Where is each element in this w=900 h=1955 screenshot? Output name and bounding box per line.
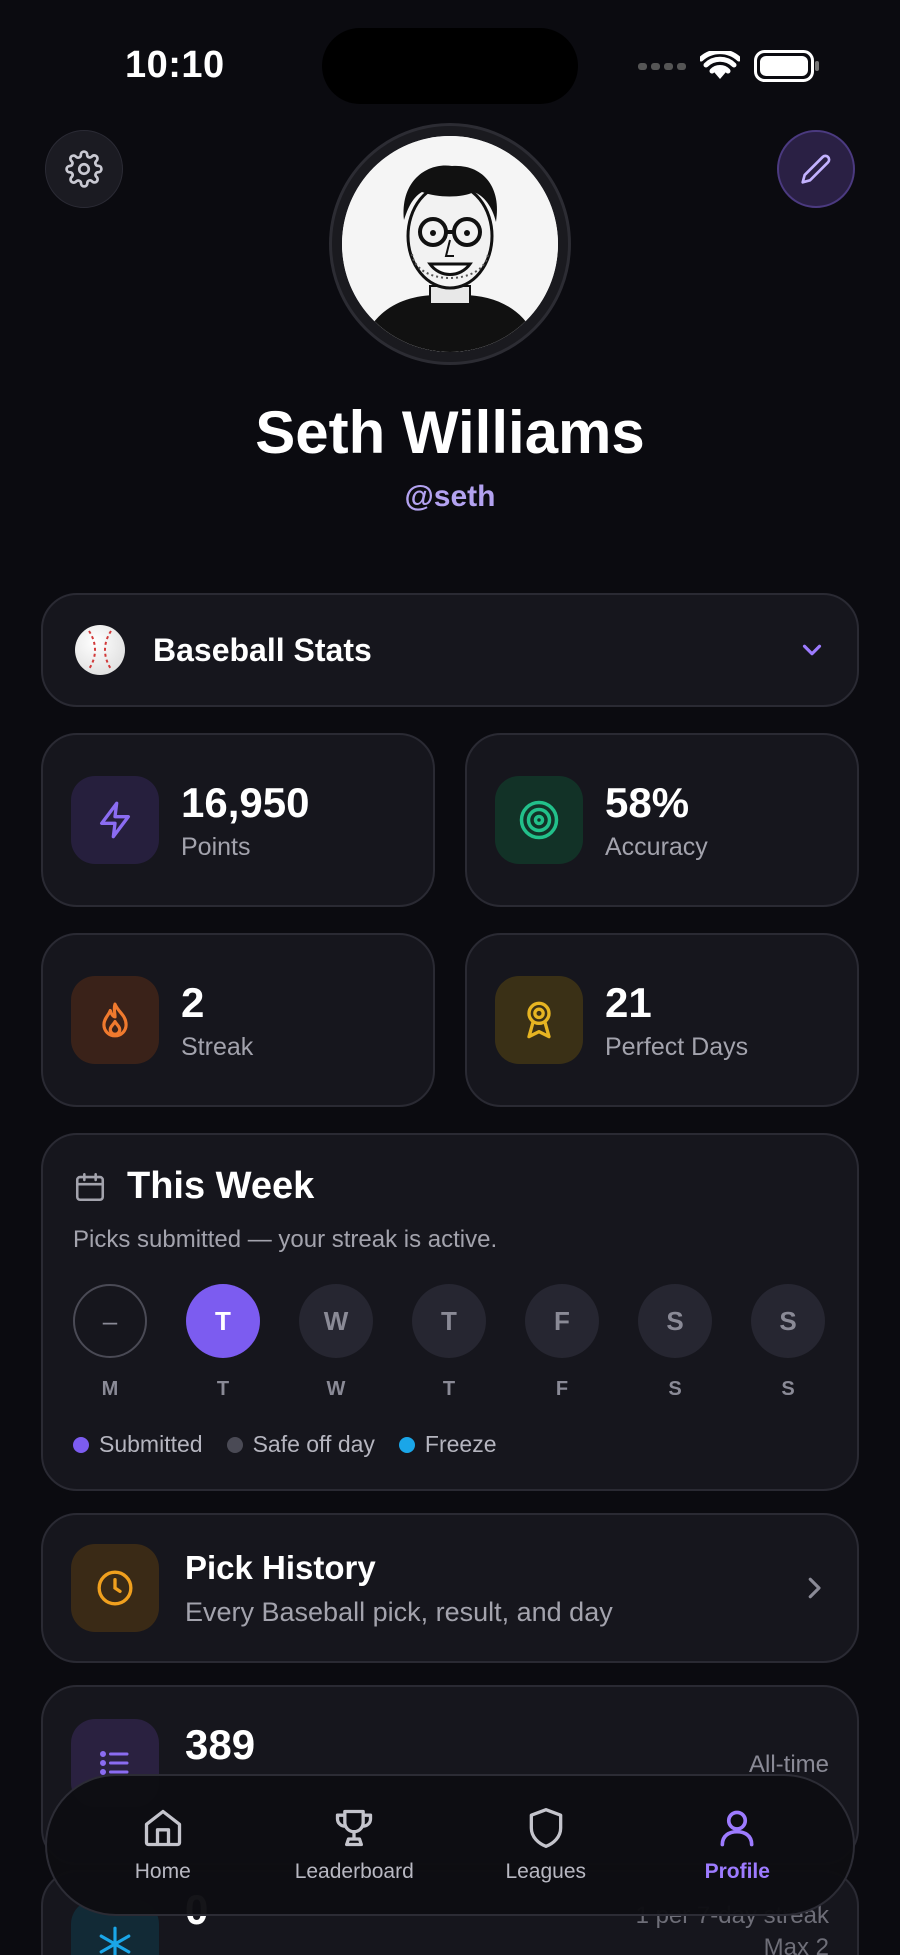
week-days: – M T T W W T T F F S S S S xyxy=(73,1284,827,1401)
day-circle: T xyxy=(186,1284,260,1358)
day-circle: – xyxy=(73,1284,147,1358)
shield-icon xyxy=(529,1808,563,1848)
stat-card-accuracy[interactable]: 58% Accuracy xyxy=(465,733,859,907)
picks-count-value: 389 xyxy=(185,1721,256,1768)
baseball-icon xyxy=(75,625,125,675)
user-icon xyxy=(720,1810,754,1847)
award-icon xyxy=(495,976,583,1064)
home-icon xyxy=(144,1809,181,1847)
tab-leaderboard[interactable]: Leaderboard xyxy=(269,1806,439,1884)
status-icons xyxy=(638,50,820,82)
week-title: This Week xyxy=(127,1165,315,1207)
bottom-tab-bar: Home Leaderboard Leagues Profile xyxy=(45,1774,855,1916)
day-letter: T xyxy=(216,1378,230,1400)
day-thursday[interactable]: T T xyxy=(412,1284,486,1401)
tab-leagues[interactable]: Leagues xyxy=(461,1806,631,1884)
legend-label: Freeze xyxy=(424,1431,497,1457)
avatar[interactable] xyxy=(329,123,571,365)
day-circle: W xyxy=(299,1284,373,1358)
battery-icon xyxy=(754,50,819,82)
day-saturday[interactable]: S S xyxy=(638,1284,712,1401)
stat-label: Streak xyxy=(181,1032,254,1061)
legend-item-submitted: Submitted xyxy=(73,1431,203,1458)
lightning-icon xyxy=(71,776,159,864)
day-circle: T xyxy=(412,1284,486,1358)
stat-value: 2 xyxy=(181,978,205,1026)
chevron-right-icon xyxy=(808,1577,821,1599)
tab-profile[interactable]: Profile xyxy=(652,1806,822,1884)
stat-label: Perfect Days xyxy=(605,1032,749,1061)
legend-label: Safe off day xyxy=(252,1431,375,1457)
calendar-icon xyxy=(75,1172,105,1201)
stat-label: Accuracy xyxy=(605,832,708,861)
day-wednesday[interactable]: W W xyxy=(299,1284,373,1401)
gear-icon xyxy=(65,150,103,188)
stat-card-streak[interactable]: 2 Streak xyxy=(41,933,435,1107)
legend-label: Submitted xyxy=(99,1431,203,1457)
clock-icon xyxy=(71,1544,159,1632)
flame-icon xyxy=(71,976,159,1064)
tab-label: Home xyxy=(134,1860,191,1883)
stat-card-perfect-days[interactable]: 21 Perfect Days xyxy=(465,933,859,1107)
day-letter: S xyxy=(668,1378,682,1400)
legend-item-freeze: Freeze xyxy=(398,1431,497,1458)
trophy-icon xyxy=(336,1809,373,1847)
stat-value: 58% xyxy=(605,778,690,826)
sport-selector[interactable]: Baseball Stats xyxy=(41,593,859,707)
stat-card-points[interactable]: 16,950 Points xyxy=(41,733,435,907)
day-circle: F xyxy=(525,1284,599,1358)
freezes-max-note: Max 2 xyxy=(763,1934,829,1955)
wifi-icon xyxy=(700,51,740,79)
this-week-card: This Week Picks submitted — your streak … xyxy=(41,1133,859,1491)
tab-label: Leaderboard xyxy=(294,1860,414,1883)
tab-label: Leagues xyxy=(505,1860,587,1883)
status-time: 10:10 xyxy=(125,44,225,86)
cellular-signal-icon xyxy=(638,63,686,70)
chevron-down-icon xyxy=(802,644,822,656)
legend-item-safe-off-day: Safe off day xyxy=(226,1431,375,1458)
status-bar: 10:10 xyxy=(0,0,900,130)
stat-value: 21 xyxy=(605,978,652,1026)
day-letter: W xyxy=(326,1378,346,1400)
day-circle: S xyxy=(751,1284,825,1358)
day-letter: T xyxy=(442,1378,456,1400)
edit-profile-button[interactable] xyxy=(777,130,855,208)
day-letter: F xyxy=(555,1378,569,1400)
pick-history-title: Pick History xyxy=(185,1548,376,1586)
tab-label: Profile xyxy=(704,1860,770,1883)
profile-handle: @seth xyxy=(404,480,496,513)
day-letter: S xyxy=(781,1378,795,1400)
day-sunday[interactable]: S S xyxy=(751,1284,825,1401)
pick-history-subtitle: Every Baseball pick, result, and day xyxy=(185,1596,613,1627)
week-legend: Submitted Safe off day Freeze xyxy=(73,1431,827,1458)
day-friday[interactable]: F F xyxy=(525,1284,599,1401)
stat-label: Points xyxy=(181,832,251,861)
pick-history-card[interactable]: Pick History Every Baseball pick, result… xyxy=(41,1513,859,1663)
sport-selector-label: Baseball Stats xyxy=(153,631,372,668)
legend-dot xyxy=(398,1436,415,1453)
week-subtitle: Picks submitted — your streak is active. xyxy=(73,1226,498,1253)
pencil-icon xyxy=(801,154,831,184)
dynamic-island xyxy=(322,28,578,104)
avatar-image xyxy=(342,136,558,352)
stat-value: 16,950 xyxy=(181,778,310,826)
profile-name: Seth Williams xyxy=(255,399,645,466)
legend-dot xyxy=(73,1436,89,1453)
day-tuesday[interactable]: T T xyxy=(186,1284,260,1401)
day-circle: S xyxy=(638,1284,712,1358)
day-monday[interactable]: – M xyxy=(73,1284,147,1401)
tab-home[interactable]: Home xyxy=(78,1806,248,1884)
legend-dot xyxy=(226,1436,243,1453)
settings-button[interactable] xyxy=(45,130,123,208)
day-letter: M xyxy=(101,1378,119,1400)
target-icon xyxy=(495,776,583,864)
